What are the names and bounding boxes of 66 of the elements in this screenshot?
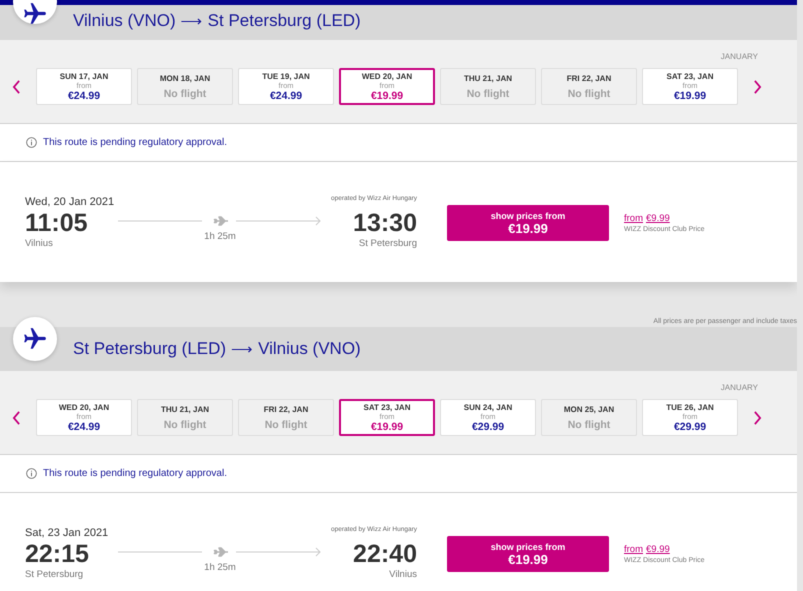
info-icon <box>26 137 37 148</box>
club-price-link[interactable]: €9.99 <box>646 544 670 555</box>
date-price: No flight <box>466 88 510 100</box>
date-card[interactable]: FRI 22, JAN No flight <box>238 399 334 436</box>
date-price: €29.99 <box>472 420 504 432</box>
date-label: WED 20, JAN <box>362 72 412 82</box>
route-from: Vilnius (VNO) <box>73 10 176 30</box>
date-label: TUE 19, JAN <box>262 72 310 82</box>
date-label: FRI 22, JAN <box>264 404 308 414</box>
date-price: €24.99 <box>68 420 100 432</box>
date-price: €29.99 <box>674 420 706 432</box>
show-prices-button[interactable]: show prices from €19.99 <box>447 205 609 241</box>
departure-city: Vilnius <box>25 238 54 248</box>
date-price: €19.99 <box>370 90 404 102</box>
date-label: SUN 24, JAN <box>464 402 512 412</box>
date-label: THU 21, JAN <box>160 404 209 414</box>
departure-time: 22:15 <box>25 538 90 568</box>
flight-duration: 1h 25m <box>204 562 236 572</box>
show-prices-button[interactable]: show prices from €19.99 <box>447 536 609 572</box>
route-to: Vilnius (VNO) <box>258 339 361 359</box>
date-label: SUN 17, JAN <box>60 72 108 82</box>
route-arrow: ⟶ <box>180 12 203 30</box>
info-icon <box>26 468 37 479</box>
route-from: St Petersburg (LED) <box>73 339 226 359</box>
date-price: No flight <box>164 88 206 100</box>
month-label: JANUARY <box>720 383 758 394</box>
plane-icon <box>22 1 48 27</box>
arrival-city: St Petersburg <box>358 238 417 249</box>
date-label: SAT 23, JAN <box>364 402 410 412</box>
date-price: No flight <box>164 418 206 430</box>
notice-text: This route is pending regulatory approval. <box>43 468 227 479</box>
date-card[interactable]: MON 25, JAN No flight <box>541 399 637 436</box>
club-from-link[interactable]: from <box>624 544 643 555</box>
date-price: €24.99 <box>68 90 100 102</box>
month-label: JANUARY <box>720 52 758 63</box>
date-price: No flight <box>568 88 610 100</box>
date-price: €24.99 <box>270 90 302 102</box>
date-price: €19.99 <box>370 420 404 432</box>
date-card[interactable]: THU 21, JAN No flight <box>440 68 536 105</box>
route-to: St Petersburg (LED) <box>208 10 361 30</box>
flight-date: Wed, 20 Jan 2021 <box>25 196 116 208</box>
notice-text: This route is pending regulatory approval. <box>43 137 227 148</box>
route-arrow: ⟶ <box>231 340 254 358</box>
date-label: THU 21, JAN <box>464 74 512 84</box>
flight-duration: 1h 25m <box>204 230 236 242</box>
arrival-time: 22:40 <box>353 539 417 569</box>
arrival-time: 13:30 <box>353 208 417 238</box>
date-price: €19.99 <box>674 90 706 102</box>
date-card[interactable]: THU 21, JAN No flight <box>137 399 233 436</box>
date-label: FRI 22, JAN <box>566 74 612 84</box>
date-label: MON 18, JAN <box>160 74 210 84</box>
flight-date: Sat, 23 Jan 2021 <box>25 526 110 538</box>
club-from-link[interactable]: from <box>624 213 643 224</box>
date-label: SAT 23, JAN <box>666 72 714 82</box>
date-label: MON 25, JAN <box>564 404 614 414</box>
date-card[interactable]: MON 18, JAN No flight <box>137 68 233 105</box>
date-card[interactable]: FRI 22, JAN No flight <box>541 68 637 105</box>
date-label: TUE 26, JAN <box>666 402 714 412</box>
date-label: WED 20, JAN <box>58 402 110 412</box>
date-price: No flight <box>264 418 308 430</box>
arrival-city: Vilnius <box>389 569 417 580</box>
departure-time: 11:05 <box>25 208 89 238</box>
date-price: No flight <box>568 418 610 430</box>
departure-city: St Petersburg <box>25 568 84 580</box>
plane-icon <box>22 326 48 352</box>
club-price-link[interactable]: €9.99 <box>646 213 670 224</box>
